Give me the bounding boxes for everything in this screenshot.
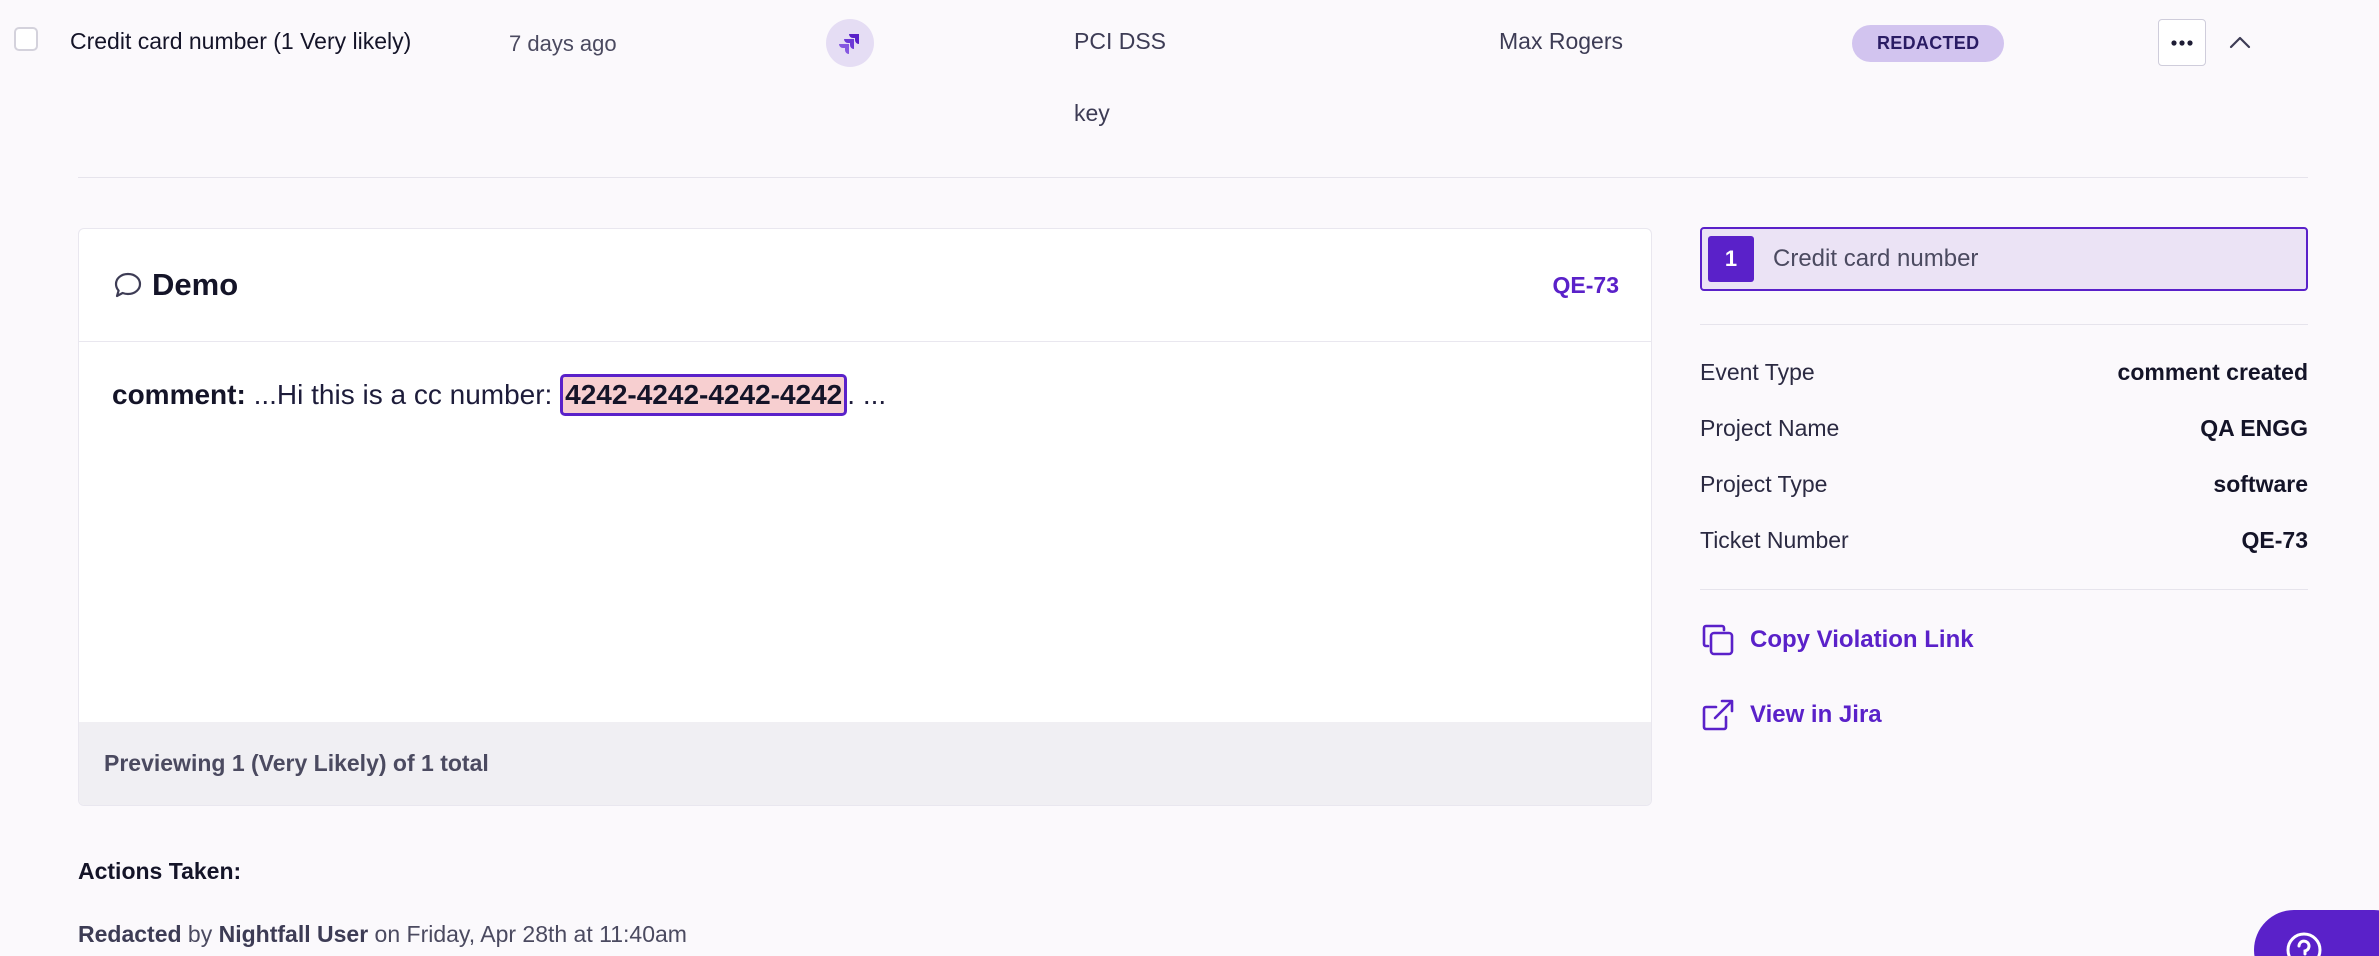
finding-number: 1 — [1708, 236, 1754, 282]
meta-value-project-type: software — [2213, 471, 2308, 497]
copy-violation-link-label: Copy Violation Link — [1750, 626, 1974, 653]
chevron-up-icon — [2229, 36, 2251, 49]
action-entry: Redacted by Nightfall User on Friday, Ap… — [78, 921, 687, 948]
policy-name-extra: key — [1074, 100, 1110, 126]
violation-date: 7 days ago — [509, 31, 617, 56]
meta-key-event-type: Event Type — [1700, 359, 1815, 385]
panel-divider — [1700, 589, 2308, 590]
copy-icon — [1702, 624, 1734, 656]
meta-key-ticket-number: Ticket Number — [1700, 527, 1849, 553]
meta-value-ticket-number: QE-73 — [2241, 527, 2308, 553]
policy-name: PCI DSS — [1074, 28, 1167, 54]
meta-value-project-name: QA ENGG — [2200, 415, 2308, 441]
comment-label: comment: — [112, 379, 246, 410]
collapse-row-button[interactable] — [2220, 22, 2260, 62]
finding-highlight[interactable]: 4242-4242-4242-4242 — [560, 374, 848, 416]
actions-heading: Actions Taken: — [78, 858, 242, 884]
comment-icon — [114, 272, 142, 298]
preview-footer: Previewing 1 (Very Likely) of 1 total — [79, 722, 1651, 805]
action-by: by — [181, 921, 219, 947]
support-button[interactable] — [2254, 910, 2379, 956]
help-icon — [2286, 932, 2322, 956]
meta-value-event-type: comment created — [2117, 359, 2308, 385]
view-in-jira-label: View in Jira — [1750, 701, 1882, 728]
action-time: on Friday, Apr 28th at 11:40am — [368, 921, 687, 947]
panel-divider — [1700, 324, 2308, 325]
card-header: Demo QE-73 — [79, 229, 1651, 342]
jira-icon — [826, 19, 874, 67]
action-type: Redacted — [78, 921, 182, 947]
card-title: Demo — [152, 267, 239, 302]
meta-key-project-name: Project Name — [1700, 415, 1840, 441]
comment-prefix: ...Hi this is a cc number: — [245, 379, 561, 410]
more-actions-button[interactable] — [2158, 19, 2206, 66]
more-horizontal-icon — [2171, 39, 2193, 46]
row-checkbox[interactable] — [14, 27, 38, 51]
user-name: Max Rogers — [1499, 28, 1623, 54]
violation-title[interactable]: Credit card number (1 Very likely) — [70, 28, 411, 55]
copy-violation-link[interactable]: Copy Violation Link — [1700, 622, 1974, 658]
comment-suffix: . ... — [847, 379, 887, 410]
external-link-icon — [1702, 699, 1734, 731]
meta-key-project-type: Project Type — [1700, 471, 1828, 497]
finding-chip[interactable]: 1 Credit card number — [1700, 227, 2308, 291]
preview-card: Demo QE-73 comment: ...Hi this is a cc n… — [78, 228, 1652, 806]
finding-label: Credit card number — [1773, 245, 1979, 272]
view-in-jira-link[interactable]: View in Jira — [1700, 697, 1882, 733]
ticket-link[interactable]: QE-73 — [1553, 272, 1619, 299]
action-actor: Nightfall User — [218, 921, 369, 947]
comment-preview: comment: ...Hi this is a cc number: 4242… — [112, 374, 886, 416]
row-divider — [78, 177, 2308, 178]
status-badge: REDACTED — [1852, 25, 2005, 62]
